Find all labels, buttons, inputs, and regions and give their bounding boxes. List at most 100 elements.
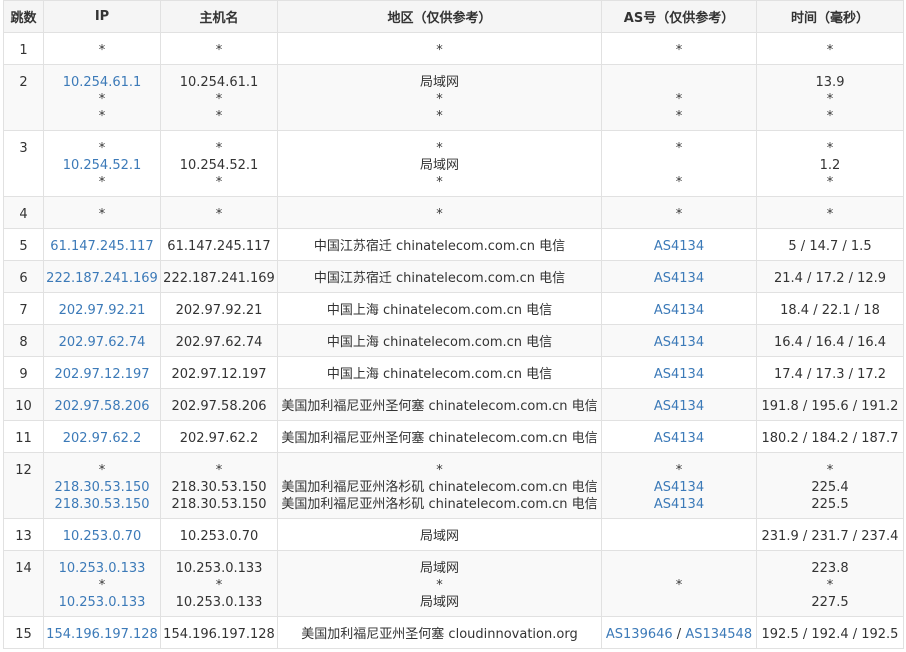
as-number-link[interactable]: AS4134 <box>654 303 704 318</box>
as-number-link[interactable]: AS4134 <box>654 399 704 414</box>
region-text: * <box>436 578 443 593</box>
as-number: * <box>675 109 683 124</box>
time-cell: * 1.2 * <box>756 130 904 197</box>
region-text: 局域网 <box>419 595 459 610</box>
table-row: 2 10.254.61.1 * * 10.254.61.1 * * 局域网 * * * * 13.9 * * <box>3 64 904 131</box>
ip-address-link[interactable]: 154.196.197.128 <box>46 626 158 643</box>
as-cell: AS4134 <box>601 388 757 421</box>
ip-address-link[interactable]: 218.30.53.150 <box>46 496 158 513</box>
as-line: * <box>604 108 754 125</box>
hop-number: 12 <box>15 463 32 478</box>
ip-address: * <box>98 92 106 107</box>
as-number-link[interactable]: AS4134 <box>654 239 704 254</box>
ip-address-link[interactable]: 10.254.52.1 <box>46 157 158 174</box>
latency-value: 225.4 <box>811 480 849 495</box>
as-line: AS4134 <box>604 270 754 287</box>
region-cell: 美国加利福尼亚州圣何塞 chinatelecom.com.cn 电信 <box>277 388 602 421</box>
ip-address-link[interactable]: 202.97.12.197 <box>46 366 158 383</box>
table-row: 13 10.253.0.70 10.253.0.70 局域网 231.9 / 231.7… <box>3 518 904 551</box>
region-text: * <box>436 92 443 107</box>
region-cell: 局域网 <box>277 518 602 551</box>
as-line: * <box>604 140 754 157</box>
latency-value: * <box>826 43 834 58</box>
hop-number: 5 <box>19 239 28 254</box>
as-line: * <box>604 577 754 594</box>
ip-address-link[interactable]: 218.30.53.150 <box>46 479 158 496</box>
hop-number: 4 <box>19 207 28 222</box>
hostname: 222.187.241.169 <box>163 271 275 286</box>
region-text: 中国江苏宿迁 chinatelecom.com.cn 电信 <box>313 239 566 254</box>
hostname-cell: * 10.254.52.1 * <box>160 130 278 197</box>
hop-cell: 9 <box>3 356 44 389</box>
ip-address-link[interactable]: 202.97.58.206 <box>46 398 158 415</box>
as-number-link[interactable]: AS4134 <box>654 335 704 350</box>
hostname: 202.97.92.21 <box>175 303 263 318</box>
hop-number: 15 <box>15 627 32 642</box>
ip-cell: 154.196.197.128 <box>43 616 161 649</box>
as-number-link[interactable]: AS134548 <box>685 627 752 642</box>
ip-address-link[interactable]: 202.97.92.21 <box>46 302 158 319</box>
hop-number: 11 <box>15 431 32 446</box>
hop-cell: 3 <box>3 130 44 197</box>
as-line <box>604 157 754 174</box>
ip-address-link[interactable]: 61.147.245.117 <box>46 238 158 255</box>
table-row: 12 * 218.30.53.150 218.30.53.150 * 218.30.53.… <box>3 452 904 519</box>
as-line: * <box>604 42 754 59</box>
as-number-link[interactable]: AS4134 <box>654 497 704 512</box>
region-text: 局域网 <box>419 561 459 576</box>
ip-address-link[interactable]: 10.253.0.133 <box>46 560 158 577</box>
as-cell: AS4134 <box>601 420 757 453</box>
time-cell: * <box>756 196 904 229</box>
region-text: * <box>436 207 443 222</box>
as-number: * <box>675 463 683 478</box>
time-cell: 192.5 / 192.4 / 192.5 <box>756 616 904 649</box>
ip-cell: 202.97.62.2 <box>43 420 161 453</box>
time-cell: 17.4 / 17.3 / 17.2 <box>756 356 904 389</box>
region-text: 美国加利福尼亚州圣何塞 cloudinnovation.org <box>301 627 578 642</box>
as-number-link[interactable]: AS4134 <box>654 367 704 382</box>
as-number-link[interactable]: AS139646 <box>606 627 673 642</box>
hop-number: 3 <box>19 141 28 156</box>
time-cell: 13.9 * * <box>756 64 904 131</box>
time-cell: 180.2 / 184.2 / 187.7 <box>756 420 904 453</box>
ip-cell: 10.253.0.133 * 10.253.0.133 <box>43 550 161 617</box>
ip-cell: 202.97.12.197 <box>43 356 161 389</box>
latency-value: 13.9 <box>815 75 845 90</box>
table-header-row: 跳数 IP 主机名 地区（仅供参考） AS号（仅供参考） 时间（毫秒） <box>3 0 904 33</box>
table-row: 7 202.97.92.21 202.97.92.21 中国上海 chinatelec… <box>3 292 904 325</box>
hop-cell: 5 <box>3 228 44 261</box>
hostname-cell: 202.97.62.2 <box>160 420 278 453</box>
time-cell: 16.4 / 16.4 / 16.4 <box>756 324 904 357</box>
table-row: 10 202.97.58.206 202.97.58.206 美国加利福尼亚州圣何塞 … <box>3 388 904 421</box>
hostname: 10.253.0.133 <box>175 595 263 610</box>
as-cell: * <box>601 550 757 617</box>
ip-address-link[interactable]: 10.253.0.70 <box>46 528 158 545</box>
as-cell: * <box>601 196 757 229</box>
hop-cell: 4 <box>3 196 44 229</box>
ip-address-link[interactable]: 10.253.0.133 <box>46 594 158 611</box>
region-text: * <box>436 109 443 124</box>
as-line: * <box>604 462 754 479</box>
hostname: * <box>215 109 223 124</box>
region-text: 局域网 <box>419 158 459 173</box>
latency-value: 21.4 / 17.2 / 12.9 <box>773 271 887 286</box>
hop-cell: 11 <box>3 420 44 453</box>
hop-number: 1 <box>19 43 28 58</box>
hop-cell: 14 <box>3 550 44 617</box>
region-text: 中国上海 chinatelecom.com.cn 电信 <box>326 303 553 318</box>
ip-address-link[interactable]: 202.97.62.2 <box>46 430 158 447</box>
ip-address-link[interactable]: 222.187.241.169 <box>46 270 158 287</box>
as-number-link[interactable]: AS4134 <box>654 271 704 286</box>
latency-value: * <box>826 175 834 190</box>
hostname: * <box>215 463 223 478</box>
ip-address-link[interactable]: 10.254.61.1 <box>46 74 158 91</box>
as-line: * <box>604 91 754 108</box>
hostname: * <box>215 578 223 593</box>
as-cell: AS4134 <box>601 260 757 293</box>
ip-address-link[interactable]: 202.97.62.74 <box>46 334 158 351</box>
as-number-link[interactable]: AS4134 <box>654 431 704 446</box>
as-number-link[interactable]: AS4134 <box>654 480 704 495</box>
latency-value: * <box>826 141 834 156</box>
latency-value: * <box>826 109 834 124</box>
latency-value: 192.5 / 192.4 / 192.5 <box>761 627 899 642</box>
